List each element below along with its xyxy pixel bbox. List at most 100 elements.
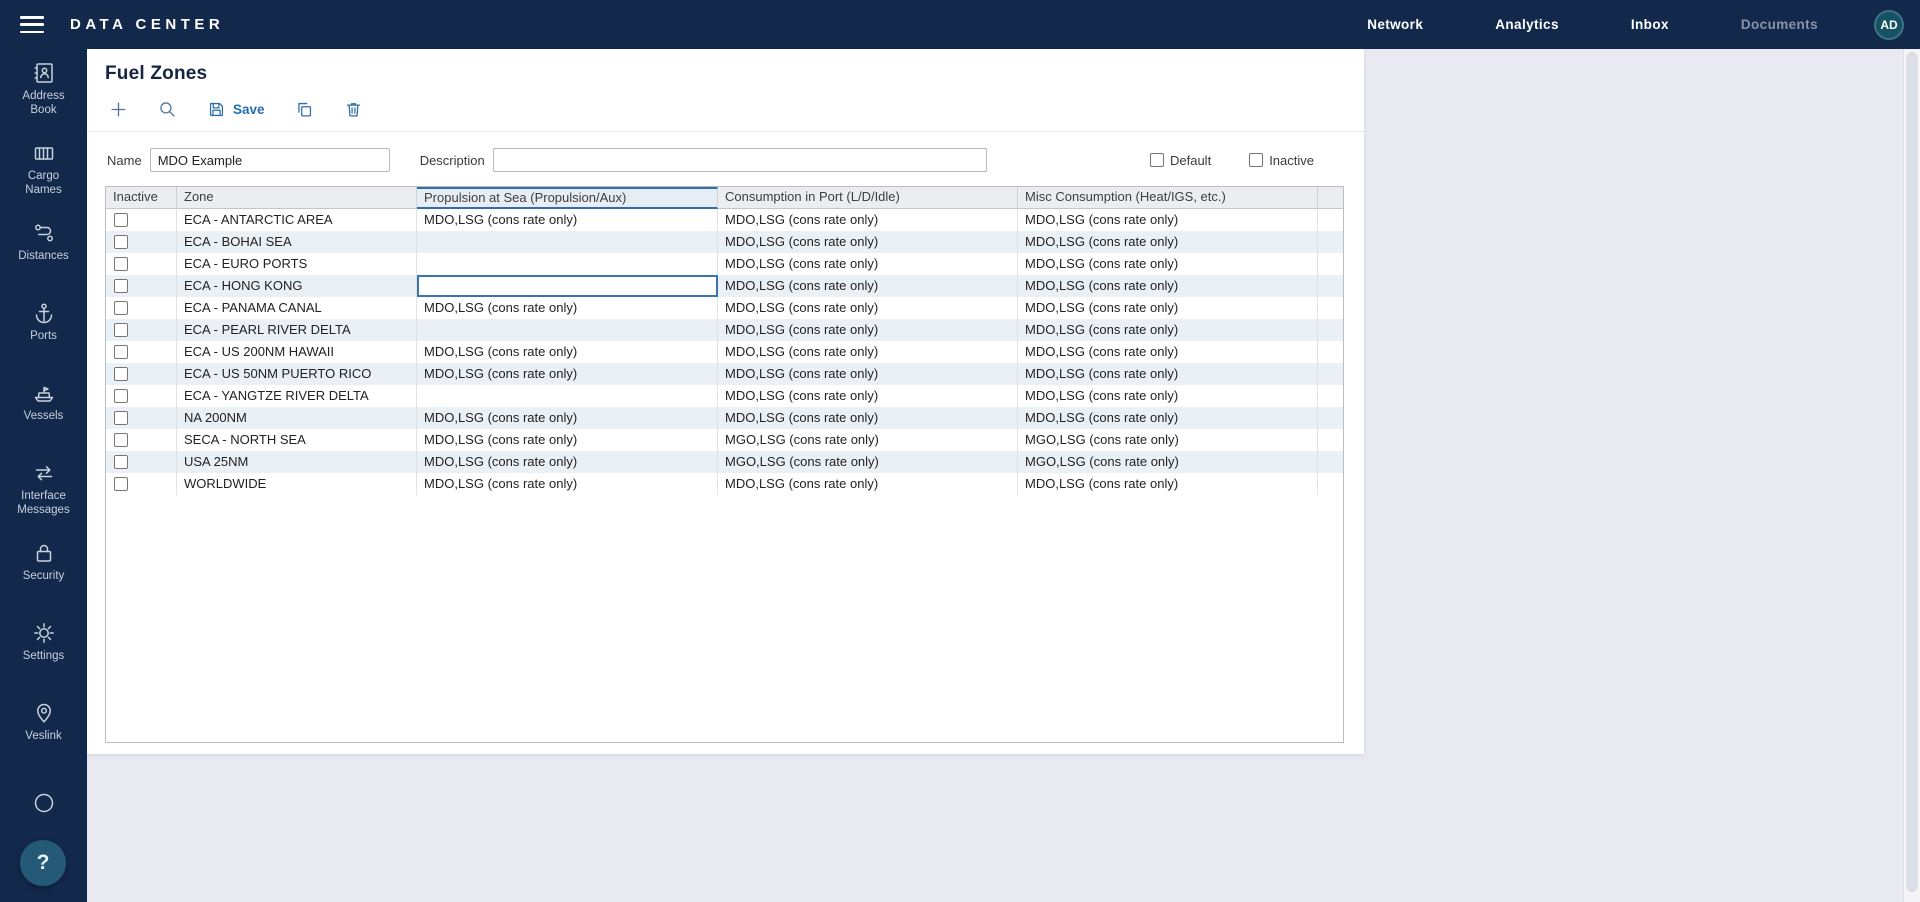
sidebar-item-address-book[interactable]: Address Book	[0, 49, 87, 129]
nav-item-network[interactable]: Network	[1367, 17, 1423, 32]
sidebar-item-distances[interactable]: Distances	[0, 209, 87, 289]
cell-misc-consumption[interactable]: MGO,LSG (cons rate only)	[1018, 451, 1318, 473]
row-inactive-checkbox[interactable]	[114, 367, 128, 381]
row-inactive-checkbox[interactable]	[114, 301, 128, 315]
cell-consumption-in-port[interactable]: MDO,LSG (cons rate only)	[718, 275, 1018, 297]
description-input[interactable]	[493, 148, 987, 172]
hamburger-menu-button[interactable]	[20, 16, 44, 33]
cell-misc-consumption[interactable]: MDO,LSG (cons rate only)	[1018, 385, 1318, 407]
cell-propulsion-at-sea[interactable]: MDO,LSG (cons rate only)	[417, 429, 718, 451]
sidebar-item-security[interactable]: Security	[0, 529, 87, 609]
row-inactive-checkbox[interactable]	[114, 477, 128, 491]
cell-zone[interactable]: ECA - EURO PORTS	[177, 253, 417, 275]
nav-item-inbox[interactable]: Inbox	[1631, 17, 1669, 32]
cell-misc-consumption[interactable]: MDO,LSG (cons rate only)	[1018, 275, 1318, 297]
search-icon	[158, 100, 177, 119]
cell-misc-consumption[interactable]: MDO,LSG (cons rate only)	[1018, 297, 1318, 319]
cell-consumption-in-port[interactable]: MGO,LSG (cons rate only)	[718, 451, 1018, 473]
cell-zone[interactable]: USA 25NM	[177, 451, 417, 473]
cell-propulsion-at-sea[interactable]: MDO,LSG (cons rate only)	[417, 297, 718, 319]
cell-zone[interactable]: WORLDWIDE	[177, 473, 417, 495]
cell-consumption-in-port[interactable]: MDO,LSG (cons rate only)	[718, 297, 1018, 319]
cell-propulsion-at-sea[interactable]: MDO,LSG (cons rate only)	[417, 473, 718, 495]
column-header-propulsion-at-sea-propulsion-aux[interactable]: Propulsion at Sea (Propulsion/Aux)	[417, 187, 718, 209]
cell-propulsion-at-sea[interactable]: MDO,LSG (cons rate only)	[417, 363, 718, 385]
cell-consumption-in-port[interactable]: MDO,LSG (cons rate only)	[718, 231, 1018, 253]
cell-misc-consumption[interactable]: MGO,LSG (cons rate only)	[1018, 429, 1318, 451]
nav-item-documents[interactable]: Documents	[1741, 17, 1818, 32]
cell-consumption-in-port[interactable]: MGO,LSG (cons rate only)	[718, 429, 1018, 451]
cell-zone[interactable]: SECA - NORTH SEA	[177, 429, 417, 451]
row-inactive-checkbox[interactable]	[114, 257, 128, 271]
cell-consumption-in-port[interactable]: MDO,LSG (cons rate only)	[718, 363, 1018, 385]
cell-consumption-in-port[interactable]: MDO,LSG (cons rate only)	[718, 319, 1018, 341]
cell-misc-consumption[interactable]: MDO,LSG (cons rate only)	[1018, 341, 1318, 363]
cell-propulsion-at-sea[interactable]: MDO,LSG (cons rate only)	[417, 407, 718, 429]
cell-propulsion-at-sea[interactable]: MDO,LSG (cons rate only)	[417, 451, 718, 473]
cell-propulsion-at-sea[interactable]	[417, 231, 718, 253]
default-checkbox[interactable]	[1150, 153, 1164, 167]
sidebar-item-settings[interactable]: Settings	[0, 609, 87, 689]
row-inactive-checkbox[interactable]	[114, 323, 128, 337]
search-button[interactable]	[148, 95, 187, 124]
cell-misc-consumption[interactable]: MDO,LSG (cons rate only)	[1018, 231, 1318, 253]
cell-misc-consumption[interactable]: MDO,LSG (cons rate only)	[1018, 407, 1318, 429]
cell-consumption-in-port[interactable]: MDO,LSG (cons rate only)	[718, 341, 1018, 363]
sidebar-item-interface-messages[interactable]: Interface Messages	[0, 449, 87, 529]
delete-button[interactable]	[334, 95, 373, 124]
column-header-zone[interactable]: Zone	[177, 187, 417, 209]
row-inactive-checkbox[interactable]	[114, 213, 128, 227]
cell-consumption-in-port[interactable]: MDO,LSG (cons rate only)	[718, 473, 1018, 495]
cell-consumption-in-port[interactable]: MDO,LSG (cons rate only)	[718, 385, 1018, 407]
cell-consumption-in-port[interactable]: MDO,LSG (cons rate only)	[718, 209, 1018, 231]
sidebar-item-ports[interactable]: Ports	[0, 289, 87, 369]
cell-propulsion-at-sea[interactable]	[417, 253, 718, 275]
column-header-misc-consumption-heat-igs-etc[interactable]: Misc Consumption (Heat/IGS, etc.)	[1018, 187, 1318, 209]
cell-misc-consumption[interactable]: MDO,LSG (cons rate only)	[1018, 319, 1318, 341]
row-inactive-checkbox[interactable]	[114, 389, 128, 403]
copy-button[interactable]	[285, 95, 324, 124]
cell-zone[interactable]: ECA - YANGTZE RIVER DELTA	[177, 385, 417, 407]
row-inactive-checkbox[interactable]	[114, 411, 128, 425]
cell-misc-consumption[interactable]: MDO,LSG (cons rate only)	[1018, 363, 1318, 385]
row-inactive-checkbox[interactable]	[114, 345, 128, 359]
name-input[interactable]	[150, 148, 390, 172]
cell-zone[interactable]: ECA - US 200NM HAWAII	[177, 341, 417, 363]
cell-inactive	[106, 319, 177, 341]
sidebar-item-vessels[interactable]: Vessels	[0, 369, 87, 449]
cell-zone[interactable]: ECA - PANAMA CANAL	[177, 297, 417, 319]
row-inactive-checkbox[interactable]	[114, 433, 128, 447]
cell-propulsion-at-sea[interactable]: MDO,LSG (cons rate only)	[417, 209, 718, 231]
cell-zone[interactable]: ECA - US 50NM PUERTO RICO	[177, 363, 417, 385]
scrollbar-track[interactable]	[1903, 49, 1920, 902]
avatar[interactable]: AD	[1874, 10, 1904, 40]
cell-propulsion-at-sea[interactable]: MDO,LSG (cons rate only)	[417, 341, 718, 363]
column-header-consumption-in-port-l-d-idle[interactable]: Consumption in Port (L/D/Idle)	[718, 187, 1018, 209]
add-button[interactable]	[99, 95, 138, 124]
cell-consumption-in-port[interactable]: MDO,LSG (cons rate only)	[718, 253, 1018, 275]
cell-misc-consumption[interactable]: MDO,LSG (cons rate only)	[1018, 253, 1318, 275]
cell-zone[interactable]: NA 200NM	[177, 407, 417, 429]
cell-propulsion-at-sea[interactable]	[417, 385, 718, 407]
cell-misc-consumption[interactable]: MDO,LSG (cons rate only)	[1018, 473, 1318, 495]
cell-misc-consumption[interactable]: MDO,LSG (cons rate only)	[1018, 209, 1318, 231]
row-inactive-checkbox[interactable]	[114, 455, 128, 469]
help-button[interactable]: ?	[20, 840, 66, 886]
row-inactive-checkbox[interactable]	[114, 279, 128, 293]
column-header-inactive[interactable]: Inactive	[106, 187, 177, 209]
sidebar-item-more[interactable]	[0, 791, 87, 827]
sidebar-item-veslink[interactable]: Veslink	[0, 689, 87, 769]
cell-zone[interactable]: ECA - ANTARCTIC AREA	[177, 209, 417, 231]
inactive-checkbox[interactable]	[1249, 153, 1263, 167]
cell-zone[interactable]: ECA - HONG KONG	[177, 275, 417, 297]
cell-zone[interactable]: ECA - BOHAI SEA	[177, 231, 417, 253]
cell-propulsion-at-sea[interactable]	[417, 319, 718, 341]
scrollbar-thumb[interactable]	[1906, 52, 1918, 892]
cell-zone[interactable]: ECA - PEARL RIVER DELTA	[177, 319, 417, 341]
row-inactive-checkbox[interactable]	[114, 235, 128, 249]
sidebar-item-cargo-names[interactable]: Cargo Names	[0, 129, 87, 209]
nav-item-analytics[interactable]: Analytics	[1495, 17, 1559, 32]
cell-propulsion-at-sea[interactable]	[417, 275, 718, 297]
cell-consumption-in-port[interactable]: MDO,LSG (cons rate only)	[718, 407, 1018, 429]
save-button[interactable]: Save	[197, 95, 275, 124]
